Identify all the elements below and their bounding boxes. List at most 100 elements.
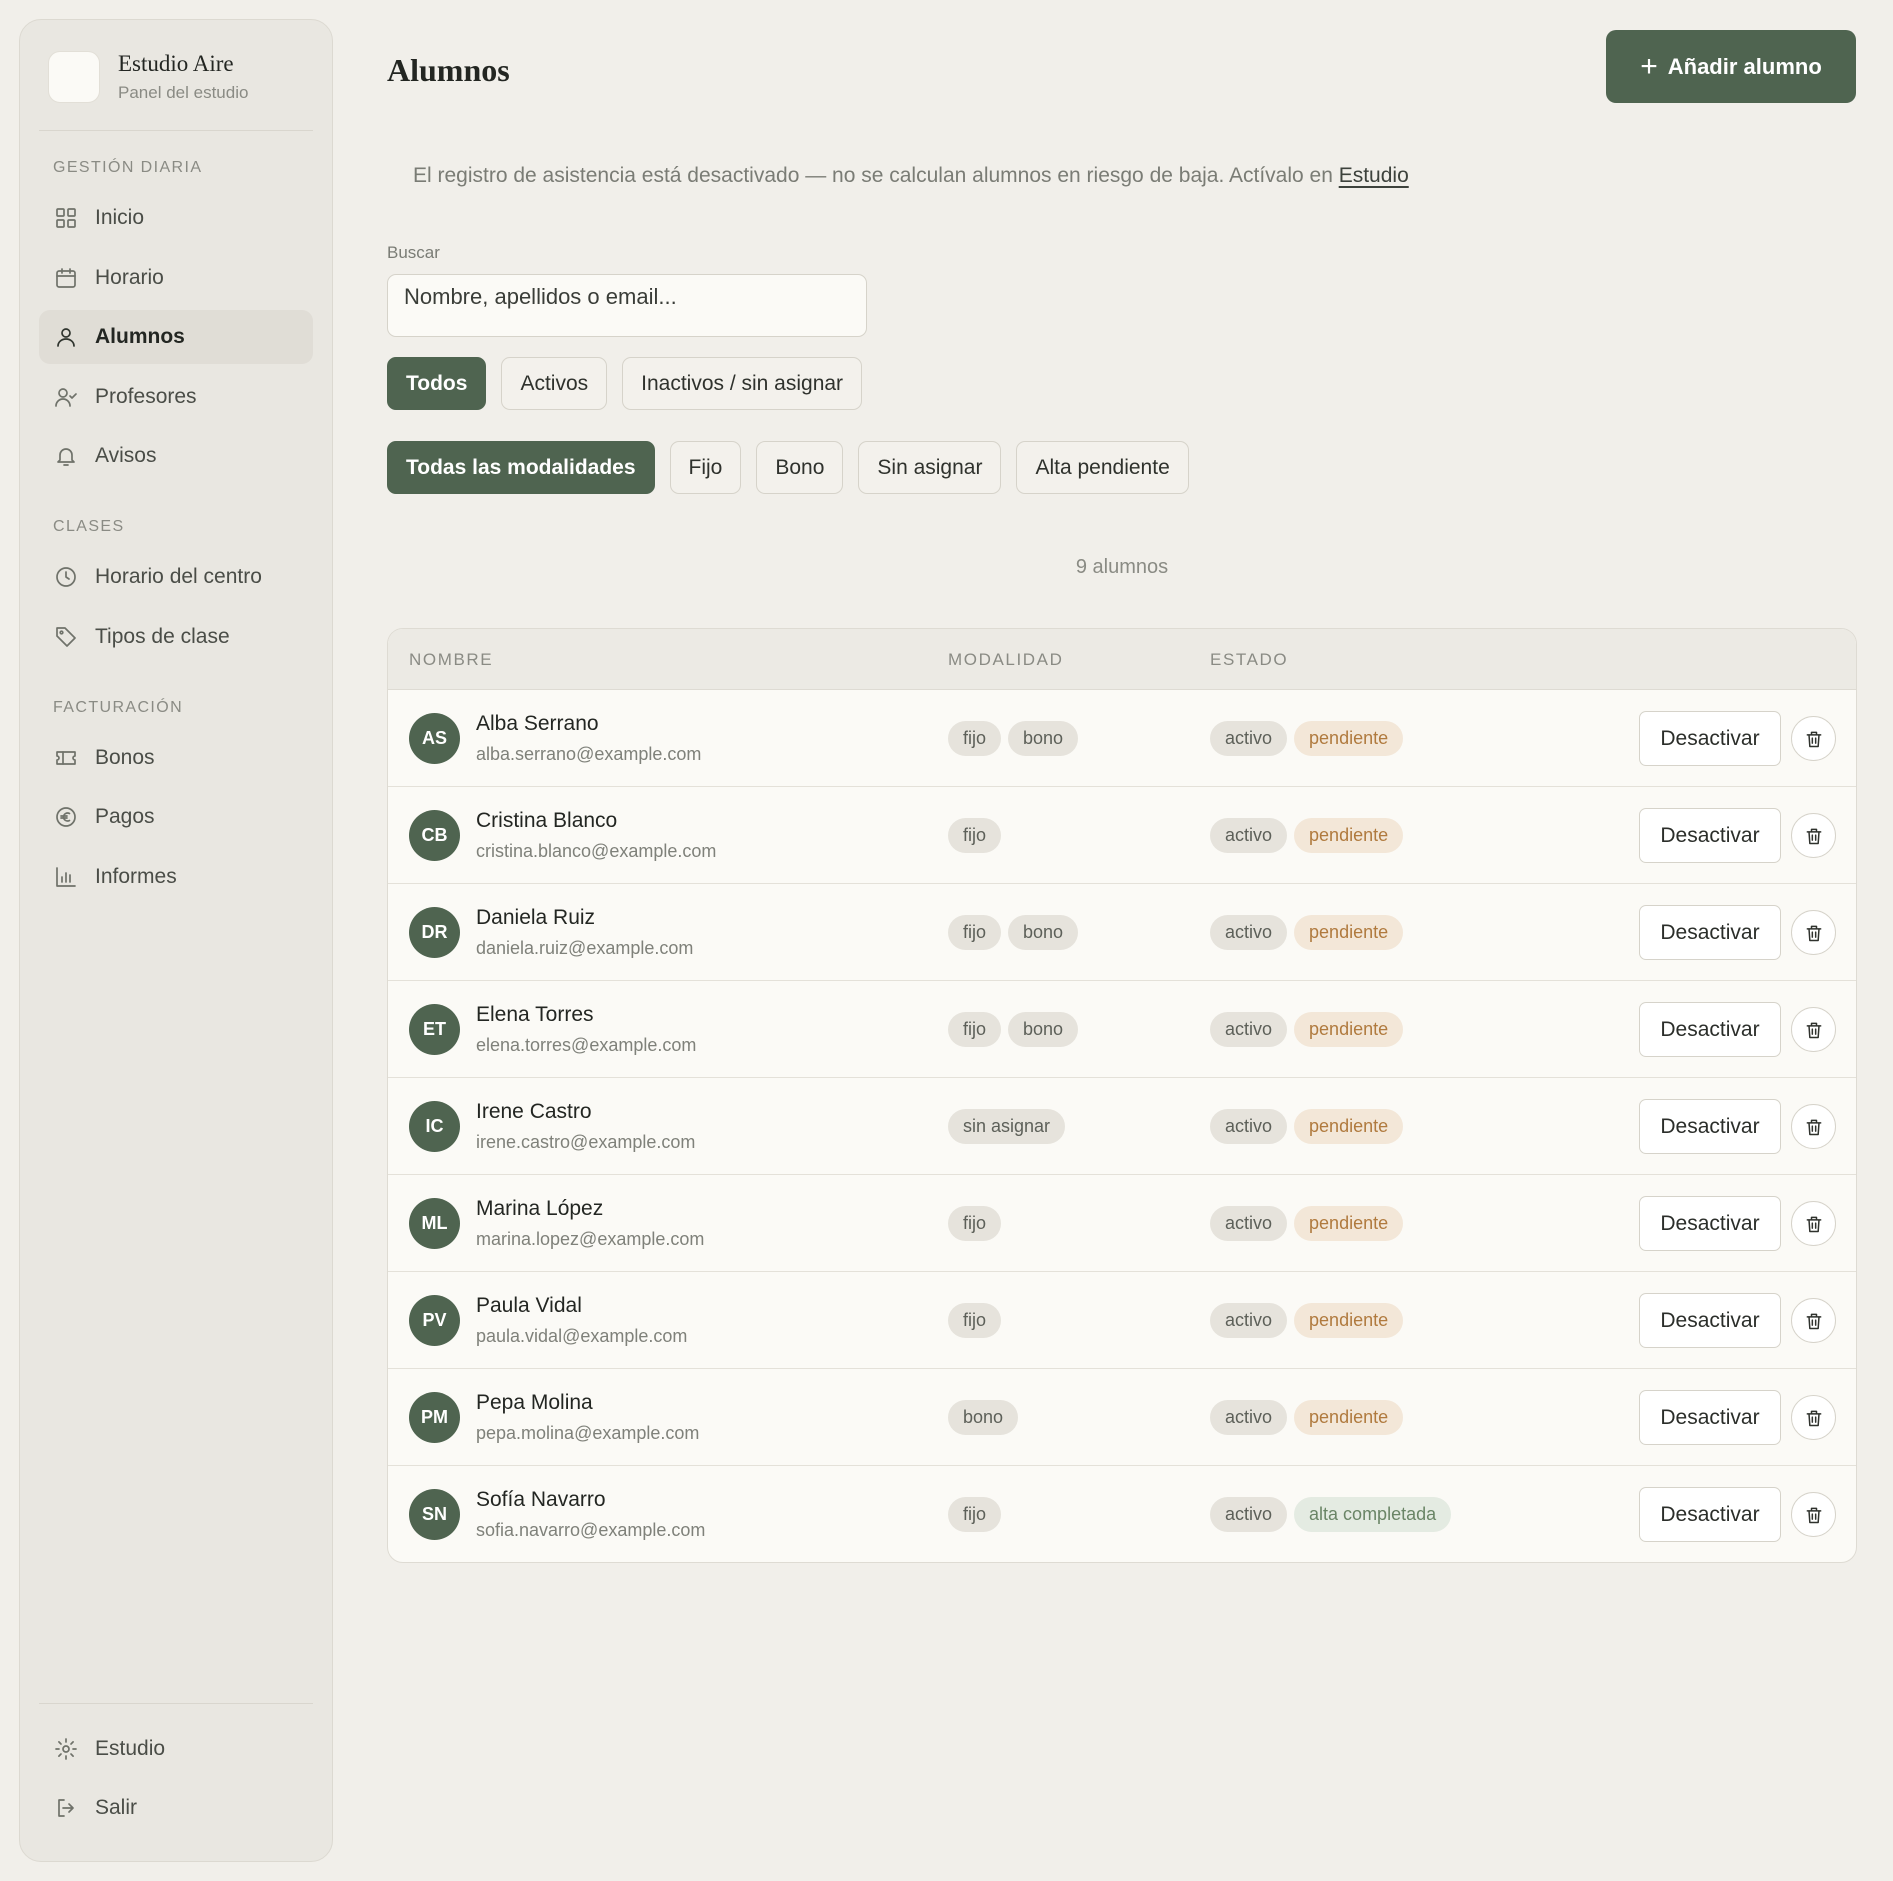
bell-icon bbox=[53, 443, 79, 469]
filter-sin-asignar[interactable]: Sin asignar bbox=[858, 441, 1002, 494]
signup-badge: pendiente bbox=[1294, 1303, 1404, 1338]
status-badge: activo bbox=[1210, 721, 1288, 756]
filter-inactivos[interactable]: Inactivos / sin asignar bbox=[622, 357, 863, 410]
student-email: irene.castro@example.com bbox=[476, 1132, 696, 1152]
sidebar-item-bonos[interactable]: Bonos bbox=[39, 731, 313, 785]
delete-button[interactable] bbox=[1791, 1492, 1836, 1537]
sidebar-item-salir[interactable]: Salir bbox=[39, 1781, 313, 1835]
modality-badge: bono bbox=[1008, 721, 1079, 756]
status-badge: activo bbox=[1210, 1012, 1288, 1047]
sidebar-item-informes[interactable]: Informes bbox=[39, 850, 313, 904]
section-label-classes: CLASES bbox=[53, 518, 125, 535]
sidebar-item-label: Salir bbox=[95, 1796, 138, 1819]
trash-icon bbox=[1804, 1311, 1824, 1331]
table-row: AS Alba Serrano alba.serrano@example.com… bbox=[388, 690, 1856, 787]
column-header-estado: ESTADO bbox=[1210, 650, 1289, 669]
trash-icon bbox=[1804, 1505, 1824, 1525]
brand-name: Estudio Aire bbox=[118, 51, 234, 76]
deactivate-button[interactable]: Desactivar bbox=[1639, 1196, 1781, 1251]
status-badge: activo bbox=[1210, 818, 1288, 853]
modality-badge: fijo bbox=[948, 1206, 1002, 1241]
table-header: NOMBRE MODALIDAD ESTADO bbox=[388, 629, 1856, 690]
status-badge: activo bbox=[1210, 1497, 1288, 1532]
trash-icon bbox=[1804, 1408, 1824, 1428]
sidebar-item-label: Inicio bbox=[95, 206, 145, 229]
sidebar-item-alumnos[interactable]: Alumnos bbox=[39, 310, 313, 364]
table-row: SN Sofía Navarro sofia.navarro@example.c… bbox=[388, 1466, 1856, 1562]
deactivate-button[interactable]: Desactivar bbox=[1639, 711, 1781, 766]
sidebar-item-pagos[interactable]: Pagos bbox=[39, 790, 313, 844]
sidebar-divider bbox=[39, 130, 313, 131]
search-input[interactable] bbox=[387, 274, 867, 337]
delete-button[interactable] bbox=[1791, 910, 1836, 955]
status-badge: activo bbox=[1210, 1400, 1288, 1435]
sidebar-item-tipos-clase[interactable]: Tipos de clase bbox=[39, 610, 313, 664]
table-row: DR Daniela Ruiz daniela.ruiz@example.com… bbox=[388, 884, 1856, 981]
signup-badge: pendiente bbox=[1294, 1109, 1404, 1144]
filter-todos[interactable]: Todos bbox=[387, 357, 487, 410]
deactivate-button[interactable]: Desactivar bbox=[1639, 1487, 1781, 1542]
status-badge: activo bbox=[1210, 1206, 1288, 1241]
trash-icon bbox=[1804, 1117, 1824, 1137]
signup-badge: pendiente bbox=[1294, 721, 1404, 756]
delete-button[interactable] bbox=[1791, 1007, 1836, 1052]
student-name: Cristina Blanco bbox=[476, 809, 618, 832]
delete-button[interactable] bbox=[1791, 1201, 1836, 1246]
delete-button[interactable] bbox=[1791, 716, 1836, 761]
modality-badge: bono bbox=[1008, 915, 1079, 950]
modality-tags: fijo bono bbox=[948, 915, 1079, 950]
table-row: ET Elena Torres elena.torres@example.com… bbox=[388, 981, 1856, 1078]
deactivate-button[interactable]: Desactivar bbox=[1639, 1099, 1781, 1154]
student-name: Paula Vidal bbox=[476, 1294, 582, 1317]
sidebar-item-label: Tipos de clase bbox=[95, 625, 230, 648]
modality-tags: fijo bbox=[948, 1497, 1002, 1532]
delete-button[interactable] bbox=[1791, 813, 1836, 858]
avatar: ML bbox=[409, 1198, 460, 1249]
column-header-nombre: NOMBRE bbox=[409, 650, 494, 669]
filter-fijo[interactable]: Fijo bbox=[669, 441, 742, 494]
signup-badge: pendiente bbox=[1294, 818, 1404, 853]
modality-tags: fijo bono bbox=[948, 721, 1079, 756]
signup-badge: pendiente bbox=[1294, 1206, 1404, 1241]
table-row: PM Pepa Molina pepa.molina@example.com b… bbox=[388, 1369, 1856, 1466]
deactivate-button[interactable]: Desactivar bbox=[1639, 1390, 1781, 1445]
sidebar-item-horario[interactable]: Horario bbox=[39, 251, 313, 305]
student-count: 9 alumnos bbox=[1075, 556, 1169, 578]
filter-alta-pendiente[interactable]: Alta pendiente bbox=[1016, 441, 1189, 494]
deactivate-button[interactable]: Desactivar bbox=[1639, 1002, 1781, 1057]
status-tags: activo pendiente bbox=[1210, 1400, 1404, 1435]
filter-bono[interactable]: Bono bbox=[756, 441, 844, 494]
page-title: Alumnos bbox=[387, 52, 510, 88]
sidebar-item-estudio[interactable]: Estudio bbox=[39, 1722, 313, 1776]
sidebar-item-horario-centro[interactable]: Horario del centro bbox=[39, 550, 313, 604]
notice-link-estudio[interactable]: Estudio bbox=[1339, 164, 1409, 187]
add-student-button[interactable]: + Añadir alumno bbox=[1606, 30, 1856, 103]
sidebar-item-inicio[interactable]: Inicio bbox=[39, 191, 313, 245]
delete-button[interactable] bbox=[1791, 1395, 1836, 1440]
brand-logo bbox=[48, 51, 100, 103]
sidebar-item-label: Profesores bbox=[95, 385, 197, 408]
sidebar-item-profesores[interactable]: Profesores bbox=[39, 370, 313, 424]
sidebar-item-avisos[interactable]: Avisos bbox=[39, 429, 313, 483]
student-name: Sofía Navarro bbox=[476, 1488, 606, 1511]
sidebar-item-label: Horario bbox=[95, 266, 164, 289]
trash-icon bbox=[1804, 729, 1824, 749]
modality-tags: fijo bbox=[948, 1206, 1002, 1241]
student-email: paula.vidal@example.com bbox=[476, 1326, 688, 1346]
student-name: Irene Castro bbox=[476, 1100, 592, 1123]
brand: Estudio Aire Panel del estudio bbox=[48, 51, 248, 103]
avatar: PV bbox=[409, 1295, 460, 1346]
status-tags: activo pendiente bbox=[1210, 721, 1404, 756]
section-label-daily: GESTIÓN DIARIA bbox=[53, 159, 203, 176]
bar-chart-icon bbox=[53, 864, 79, 890]
filter-todas-modalidades[interactable]: Todas las modalidades bbox=[387, 441, 655, 494]
deactivate-button[interactable]: Desactivar bbox=[1639, 1293, 1781, 1348]
column-header-modalidad: MODALIDAD bbox=[948, 650, 1064, 669]
filter-activos[interactable]: Activos bbox=[501, 357, 608, 410]
delete-button[interactable] bbox=[1791, 1104, 1836, 1149]
deactivate-button[interactable]: Desactivar bbox=[1639, 808, 1781, 863]
sidebar-divider bbox=[39, 1703, 313, 1704]
delete-button[interactable] bbox=[1791, 1298, 1836, 1343]
deactivate-button[interactable]: Desactivar bbox=[1639, 905, 1781, 960]
modality-badge: sin asignar bbox=[948, 1109, 1066, 1144]
